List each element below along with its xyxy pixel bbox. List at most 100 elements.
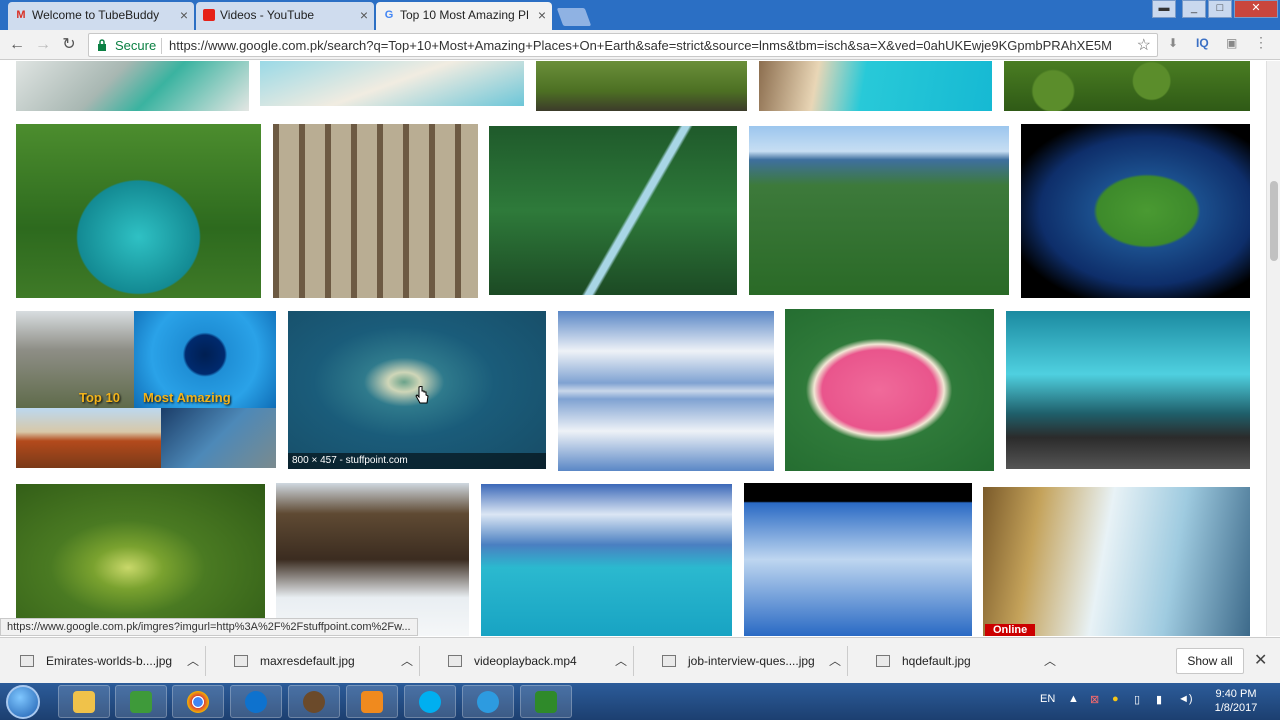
camtasia-recorder-icon[interactable] bbox=[520, 685, 572, 718]
result-image[interactable] bbox=[16, 484, 265, 636]
title-bar: M Welcome to TubeBuddy × Videos - YouTub… bbox=[0, 0, 1280, 30]
browser-toolbar: ← → ↻ Secure https://www.google.com.pk/s… bbox=[0, 30, 1280, 60]
chevron-up-icon[interactable]: ︿ bbox=[1044, 652, 1056, 669]
language-indicator[interactable]: EN bbox=[1040, 693, 1055, 705]
image-file-icon bbox=[662, 655, 676, 667]
url-text[interactable]: https://www.google.com.pk/search?q=Top+1… bbox=[169, 38, 1129, 53]
show-all-button[interactable]: Show all bbox=[1176, 648, 1244, 674]
result-image[interactable] bbox=[1004, 61, 1250, 111]
result-image[interactable] bbox=[1021, 124, 1250, 298]
page-scrollbar[interactable] bbox=[1266, 61, 1280, 636]
chevron-up-icon[interactable]: ︿ bbox=[829, 652, 841, 669]
tab-google-images[interactable]: G Top 10 Most Amazing Pl × bbox=[376, 2, 552, 30]
taskbar: EN ▲ ⊠ ● ▯ ▮ ◄) 9:40 PM 1/8/2017 bbox=[0, 683, 1280, 720]
result-image-collage[interactable]: Top 10 Most Amazing bbox=[16, 311, 276, 468]
chrome-icon[interactable] bbox=[172, 685, 224, 718]
close-tab-icon[interactable]: × bbox=[360, 2, 368, 28]
result-image[interactable]: Online bbox=[983, 487, 1250, 636]
result-image[interactable] bbox=[16, 61, 249, 111]
norton-tray-icon[interactable]: ● bbox=[1112, 693, 1119, 705]
video-file-icon bbox=[448, 655, 462, 667]
iq-extension-icon[interactable]: IQ bbox=[1196, 36, 1209, 50]
image-file-icon bbox=[234, 655, 248, 667]
skype-icon[interactable] bbox=[404, 685, 456, 718]
collage-text: Top 10 bbox=[79, 390, 120, 405]
extension-icon[interactable]: ▣ bbox=[1226, 36, 1237, 50]
network-icon[interactable]: ▮ bbox=[1156, 693, 1162, 706]
menu-icon[interactable]: ⋮ bbox=[1254, 34, 1268, 51]
user-icon[interactable]: ▬ bbox=[1152, 0, 1176, 18]
image-file-icon bbox=[20, 655, 34, 667]
chevron-up-icon[interactable]: ︿ bbox=[401, 652, 413, 669]
close-downloads-icon[interactable]: ✕ bbox=[1254, 650, 1267, 670]
result-image[interactable] bbox=[536, 61, 747, 111]
result-image[interactable] bbox=[558, 311, 774, 471]
teamviewer-icon[interactable] bbox=[230, 685, 282, 718]
tab-tubebuddy[interactable]: M Welcome to TubeBuddy × bbox=[8, 2, 194, 30]
tab-title: Welcome to TubeBuddy bbox=[32, 8, 160, 22]
bookmark-star-icon[interactable]: ☆ bbox=[1137, 35, 1151, 55]
result-image[interactable] bbox=[759, 61, 992, 111]
result-image[interactable] bbox=[1006, 311, 1250, 469]
download-item[interactable]: hqdefault.jpg ︿ bbox=[856, 646, 1062, 676]
download-item[interactable]: Emirates-worlds-b....jpg ︿ bbox=[0, 646, 206, 676]
chevron-up-icon[interactable]: ︿ bbox=[187, 652, 199, 669]
address-bar[interactable]: Secure https://www.google.com.pk/search?… bbox=[88, 33, 1158, 57]
maximize-icon[interactable]: □ bbox=[1208, 0, 1232, 18]
download-item[interactable]: videoplayback.mp4 ︿ bbox=[428, 646, 634, 676]
image-size-caption: 800 × 457 - stuffpoint.com bbox=[288, 453, 546, 469]
image-file-icon bbox=[876, 655, 890, 667]
new-tab-button[interactable] bbox=[556, 8, 592, 26]
collage-text: Most Amazing bbox=[143, 390, 231, 405]
result-image[interactable] bbox=[749, 126, 1009, 295]
downloads-bar: Emirates-worlds-b....jpg ︿ maxresdefault… bbox=[0, 637, 1280, 683]
clock-time: 9:40 PM bbox=[1215, 688, 1257, 700]
chevron-up-icon[interactable]: ︿ bbox=[615, 652, 627, 669]
clock[interactable]: 9:40 PM 1/8/2017 bbox=[1206, 687, 1266, 715]
volume-icon[interactable]: ◄) bbox=[1178, 693, 1193, 705]
tab-youtube[interactable]: Videos - YouTube × bbox=[196, 2, 374, 30]
close-tab-icon[interactable]: × bbox=[180, 2, 188, 28]
download-arrow-icon[interactable]: ⬇ bbox=[1168, 36, 1178, 50]
hand-cursor-icon bbox=[415, 386, 429, 404]
windows-start-icon[interactable] bbox=[6, 685, 40, 719]
image-results-grid: Top 10 Most Amazing 800 × 457 - stuffpoi… bbox=[0, 61, 1266, 636]
camtasia-icon[interactable] bbox=[115, 685, 167, 718]
result-image[interactable] bbox=[273, 124, 478, 298]
online-badge: Online bbox=[985, 624, 1036, 636]
vlc-icon[interactable] bbox=[346, 685, 398, 718]
back-arrow-icon[interactable]: ← bbox=[6, 34, 28, 56]
security-tray-icon[interactable]: ⊠ bbox=[1090, 693, 1099, 706]
tray-expand-icon[interactable]: ▲ bbox=[1068, 693, 1079, 705]
scrollbar-thumb[interactable] bbox=[1270, 181, 1278, 261]
tab-title: Videos - YouTube bbox=[220, 8, 315, 22]
result-image[interactable] bbox=[276, 483, 469, 636]
result-image[interactable] bbox=[489, 126, 737, 295]
forward-arrow-icon[interactable]: → bbox=[32, 34, 54, 56]
secure-label: Secure bbox=[115, 38, 157, 53]
lock-icon bbox=[98, 39, 106, 51]
reload-icon[interactable]: ↻ bbox=[58, 34, 80, 56]
tab-title: Top 10 Most Amazing Pl bbox=[400, 8, 529, 22]
result-image[interactable] bbox=[785, 309, 994, 471]
internet-icon[interactable] bbox=[462, 685, 514, 718]
download-item[interactable]: job-interview-ques....jpg ︿ bbox=[642, 646, 848, 676]
result-image[interactable] bbox=[481, 484, 732, 636]
result-image[interactable] bbox=[16, 124, 261, 298]
google-icon: G bbox=[384, 9, 394, 21]
clock-date: 1/8/2017 bbox=[1214, 702, 1258, 714]
close-tab-icon[interactable]: × bbox=[538, 2, 546, 28]
result-image[interactable] bbox=[260, 61, 524, 106]
result-image[interactable] bbox=[744, 483, 972, 636]
divider bbox=[161, 38, 162, 54]
result-image-palm-island[interactable]: 800 × 457 - stuffpoint.com bbox=[288, 311, 546, 469]
youtube-icon bbox=[203, 9, 215, 21]
window-close-icon[interactable]: ✕ bbox=[1234, 0, 1278, 18]
download-item[interactable]: maxresdefault.jpg ︿ bbox=[214, 646, 420, 676]
gmail-icon: M bbox=[16, 9, 26, 21]
minimize-icon[interactable]: _ bbox=[1182, 0, 1206, 18]
device-tray-icon[interactable]: ▯ bbox=[1134, 693, 1140, 706]
media-player-icon[interactable] bbox=[288, 685, 340, 718]
status-url: https://www.google.com.pk/imgres?imgurl=… bbox=[0, 618, 418, 636]
file-explorer-icon[interactable] bbox=[58, 685, 110, 718]
